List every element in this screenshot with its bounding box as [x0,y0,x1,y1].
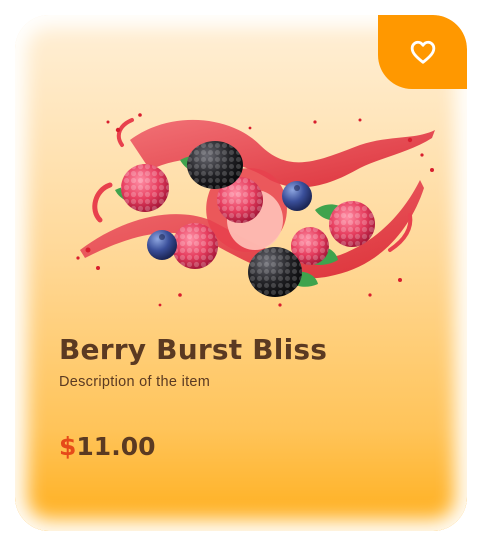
heart-outline-icon [410,40,435,64]
product-description: Description of the item [59,374,211,390]
product-card[interactable]: Berry Burst Bliss Description of the ite… [15,15,467,531]
berry-splash-image [76,113,435,307]
product-price: $11.00 [59,432,155,461]
price-amount: 11.00 [76,432,156,461]
favorite-button[interactable] [378,15,467,89]
product-title: Berry Burst Bliss [59,333,328,366]
currency-symbol: $ [59,432,77,461]
